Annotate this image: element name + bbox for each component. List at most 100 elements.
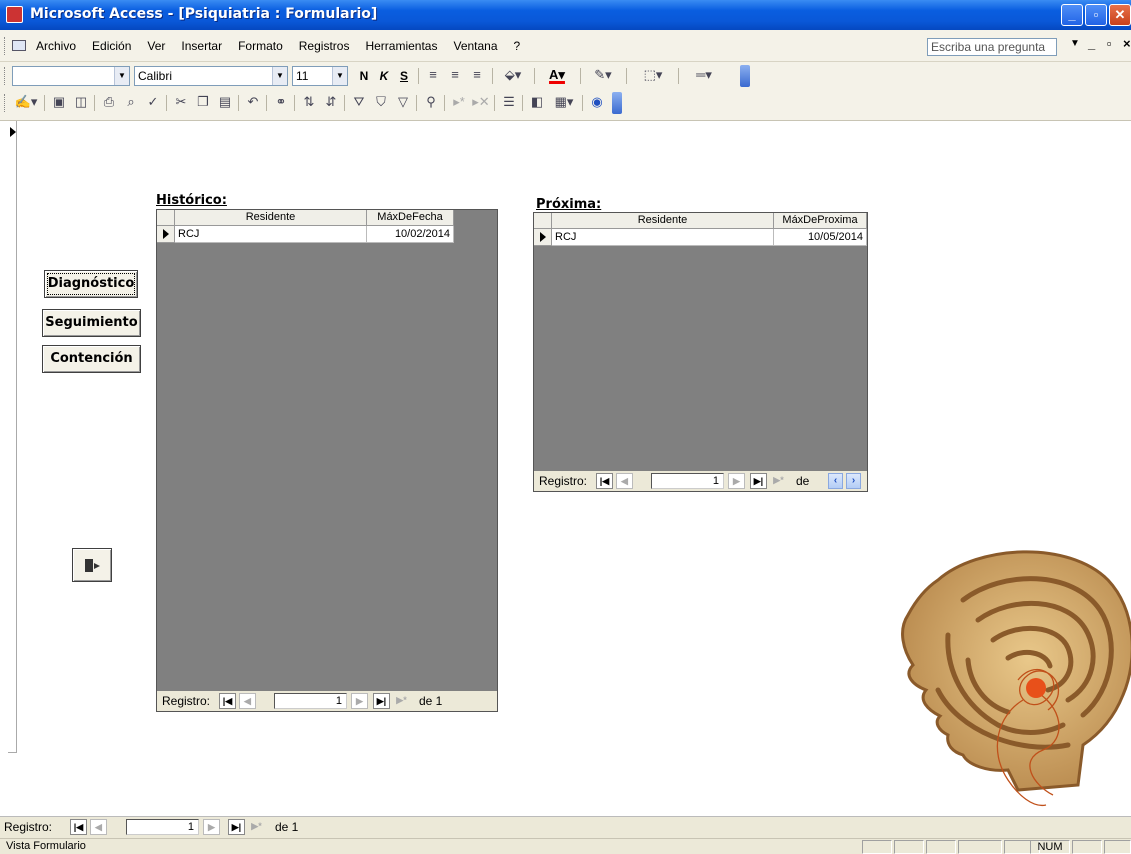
menu-ver[interactable]: Ver — [145, 39, 167, 53]
row-selector[interactable] — [534, 229, 552, 246]
file-search-icon[interactable]: ◫ — [72, 93, 90, 111]
properties-icon[interactable]: ☰ — [500, 93, 518, 111]
hyperlink-icon[interactable]: ⚭ — [272, 93, 290, 111]
underline-button[interactable]: S — [396, 67, 412, 85]
new-record-icon[interactable]: ▶* — [393, 693, 410, 709]
font-size-combo[interactable]: 11 ▼ — [292, 66, 348, 86]
first-record-icon[interactable]: |◀ — [70, 819, 87, 835]
cell-maxdeproxima[interactable]: 10/05/2014 — [774, 229, 867, 246]
chevron-down-icon: ▼ — [114, 67, 129, 85]
menu-edicion[interactable]: Edición — [90, 39, 133, 53]
cell-residente[interactable]: RCJ — [552, 229, 774, 246]
delete-record-icon[interactable]: ▸✕ — [472, 93, 490, 111]
new-record-toolbar-icon[interactable]: ▸* — [450, 93, 468, 111]
first-record-icon[interactable]: |◀ — [596, 473, 613, 489]
border-style-icon[interactable]: ⬚▾ — [632, 66, 674, 84]
copy-icon[interactable]: ❐ — [194, 93, 212, 111]
database-window-icon[interactable]: ◧ — [528, 93, 546, 111]
menu-insertar[interactable]: Insertar — [179, 39, 224, 53]
column-header-maxdefecha[interactable]: MáxDeFecha — [367, 210, 454, 226]
menu-archivo[interactable]: Archivo — [34, 39, 78, 53]
seguimiento-button[interactable]: Seguimiento — [42, 309, 141, 337]
row-selector[interactable] — [157, 226, 175, 243]
column-header-residente[interactable]: Residente — [175, 210, 367, 226]
toolbar-options-icon[interactable] — [740, 65, 750, 87]
num-lock-indicator: NUM — [1030, 840, 1070, 854]
menu-herramientas[interactable]: Herramientas — [363, 39, 439, 53]
access-app-icon[interactable] — [6, 6, 23, 23]
menu-grip[interactable] — [4, 37, 7, 55]
previous-record-icon[interactable]: ◀ — [239, 693, 256, 709]
first-record-icon[interactable]: |◀ — [219, 693, 236, 709]
print-preview-icon[interactable]: ⌕ — [122, 93, 140, 111]
line-color-icon[interactable]: ✎▾ — [586, 66, 620, 84]
column-header-maxdeproxima[interactable]: MáxDeProxima — [774, 213, 867, 229]
toolbar-grip[interactable] — [4, 94, 7, 112]
view-icon[interactable]: ✍▾ — [12, 93, 40, 111]
exit-button[interactable] — [72, 548, 112, 582]
minimize-button[interactable]: _ — [1061, 4, 1083, 26]
next-record-icon[interactable]: ▶ — [351, 693, 368, 709]
font-name-combo[interactable]: Calibri ▼ — [134, 66, 288, 86]
menu-ayuda[interactable]: ? — [512, 39, 523, 53]
record-number-input[interactable]: 1 — [126, 819, 199, 835]
record-number-input[interactable]: 1 — [274, 693, 347, 709]
menu-ventana[interactable]: Ventana — [451, 39, 499, 53]
menu-formato[interactable]: Formato — [236, 39, 285, 53]
last-record-icon[interactable]: ▶| — [228, 819, 245, 835]
save-icon[interactable]: ▣ — [50, 93, 68, 111]
spelling-icon[interactable]: ✓ — [144, 93, 162, 111]
print-icon[interactable]: ⎙ — [100, 93, 118, 111]
ask-question-input[interactable]: Escriba una pregunta — [927, 38, 1057, 56]
help-icon[interactable]: ◉ — [588, 93, 606, 111]
fill-color-icon[interactable]: ⬙▾ — [498, 66, 528, 84]
sort-ascending-icon[interactable]: ⇅ — [300, 93, 318, 111]
menu-items: Archivo Edición Ver Insertar Formato Reg… — [34, 39, 522, 53]
select-all-corner[interactable] — [534, 213, 552, 229]
menu-registros[interactable]: Registros — [297, 39, 352, 53]
next-record-icon[interactable]: ▶ — [203, 819, 220, 835]
column-header-residente[interactable]: Residente — [552, 213, 774, 229]
scroll-left-icon[interactable]: ‹ — [828, 473, 843, 489]
status-panel — [862, 840, 892, 854]
bold-button[interactable]: N — [356, 67, 372, 85]
new-record-icon[interactable]: ▶* — [770, 473, 787, 489]
find-icon[interactable]: ⚲ — [422, 93, 440, 111]
ask-dropdown-icon[interactable]: ▼ — [1070, 38, 1080, 49]
undo-icon[interactable]: ↶ — [244, 93, 262, 111]
line-width-icon[interactable]: ═▾ — [684, 66, 724, 84]
new-record-icon[interactable]: ▶* — [248, 819, 265, 835]
next-record-icon[interactable]: ▶ — [728, 473, 745, 489]
contencion-button[interactable]: Contención — [42, 345, 141, 373]
paste-icon[interactable]: ▤ — [216, 93, 234, 111]
last-record-icon[interactable]: ▶| — [750, 473, 767, 489]
mdi-window-controls[interactable]: _ ▫ × — [1088, 36, 1131, 51]
align-center-icon[interactable]: ≡ — [446, 66, 464, 84]
diagnostico-button[interactable]: Diagnóstico — [44, 270, 138, 298]
cell-residente[interactable]: RCJ — [175, 226, 367, 243]
last-record-icon[interactable]: ▶| — [373, 693, 390, 709]
previous-record-icon[interactable]: ◀ — [616, 473, 633, 489]
select-all-corner[interactable] — [157, 210, 175, 226]
align-left-icon[interactable]: ≡ — [424, 66, 442, 84]
cell-maxdefecha[interactable]: 10/02/2014 — [367, 226, 454, 243]
apply-filter-icon[interactable]: ▽ — [394, 93, 412, 111]
close-button[interactable]: ✕ — [1109, 4, 1131, 26]
sort-descending-icon[interactable]: ⇵ — [322, 93, 340, 111]
scroll-right-icon[interactable]: › — [846, 473, 861, 489]
record-number-input[interactable]: 1 — [651, 473, 724, 489]
toolbar-grip[interactable] — [4, 67, 7, 85]
maximize-button[interactable]: ▫ — [1085, 4, 1107, 26]
toolbar-options-icon[interactable] — [612, 92, 622, 114]
new-object-icon[interactable]: ▦▾ — [550, 93, 578, 111]
object-combo[interactable]: ▼ — [12, 66, 130, 86]
filter-by-selection-icon[interactable]: ⛛ — [350, 93, 368, 111]
previous-record-icon[interactable]: ◀ — [90, 819, 107, 835]
align-right-icon[interactable]: ≡ — [468, 66, 486, 84]
cut-icon[interactable]: ✂ — [172, 93, 190, 111]
form-record-selector[interactable] — [8, 121, 17, 753]
filter-by-form-icon[interactable]: ⛉ — [372, 93, 390, 111]
form-document-icon[interactable] — [12, 40, 26, 51]
italic-button[interactable]: K — [376, 67, 392, 85]
font-color-icon[interactable]: A▾ — [540, 66, 574, 84]
